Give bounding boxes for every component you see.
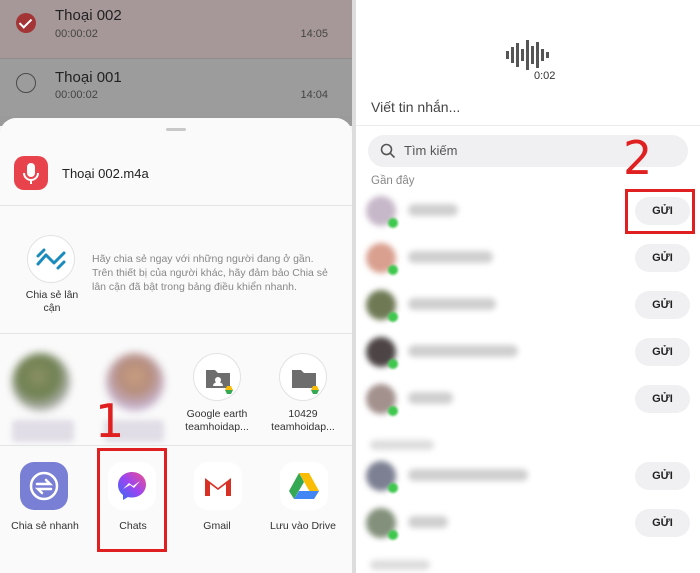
send-button[interactable]: GỬI [635,291,690,319]
audio-duration: 0:02 [534,70,556,82]
recording-time: 14:05 [300,28,328,40]
direct-target-label: Google earth teamhoidap... [185,408,249,433]
app-share-row: Chia sẻ nhanh Chats Gmail Lưu vào Drive [0,445,352,573]
online-indicator [388,312,398,322]
nearby-share-description: Hãy chia sẻ ngay với những người đang ở … [92,253,328,293]
app-label: Chia sẻ nhanh [11,520,79,532]
radio-icon[interactable] [16,73,36,93]
online-indicator [388,406,398,416]
online-indicator [388,483,398,493]
messenger-share-screen: 0:02 Viết tin nhắn... Tìm kiếm Gần đây G… [356,0,700,573]
recording-time: 14:04 [300,89,328,101]
contact-avatar[interactable] [12,353,70,411]
recording-duration: 00:00:02 [55,28,98,40]
recording-duration: 00:00:02 [55,89,98,101]
recipient-row: GỬI [356,378,700,424]
recording-list: Thoại 002 00:00:02 14:05 Thoại 001 00:00… [0,0,352,126]
direct-target-label: 10429 teamhoidap... [271,408,335,433]
microphone-icon [14,156,48,190]
recording-item[interactable]: Thoại 001 00:00:02 14:04 [0,58,352,116]
recording-item[interactable]: Thoại 002 00:00:02 14:05 [0,0,352,58]
recipient-name-blurred [408,204,458,216]
online-indicator [388,218,398,228]
share-screen: Thoại 002 00:00:02 14:05 Thoại 001 00:00… [0,0,352,573]
recipient-name-blurred [408,298,496,310]
step-1-number: 1 [95,394,125,448]
send-button[interactable]: GỬI [635,462,690,490]
recording-name: Thoại 001 [55,69,122,86]
search-placeholder: Tìm kiếm [404,143,458,158]
drive-folder-icon[interactable] [193,353,241,401]
online-indicator [388,359,398,369]
search-icon [380,143,396,164]
recipient-row: GỬI [356,237,700,283]
section-header-blurred [370,440,434,450]
send-button[interactable]: GỬI [635,244,690,272]
recipient-name-blurred [408,469,528,481]
section-header-blurred [370,560,430,570]
file-name: Thoại 002.m4a [62,166,149,181]
send-button[interactable]: GỬI [635,509,690,537]
app-label: Gmail [203,520,231,532]
gmail-icon[interactable] [194,462,242,510]
shared-file-row: Thoại 002.m4a [0,144,352,206]
recipient-row: GỬI [356,331,700,377]
recording-name: Thoại 002 [55,7,122,24]
contact-name-blurred [12,420,74,442]
recent-header: Gần đây [371,175,415,187]
drag-handle[interactable] [166,128,186,131]
recipient-name-blurred [408,251,493,263]
quick-share-icon[interactable] [20,462,68,510]
online-indicator [388,265,398,275]
drive-folder-icon[interactable] [279,353,327,401]
separator [356,125,700,126]
recipient-name-blurred [408,516,448,528]
nearby-share-label[interactable]: Chia sẻ lân cận [18,289,86,315]
recipient-row: GỬI [356,502,700,548]
nearby-share-icon[interactable] [27,235,75,283]
step-2-highlight [625,189,695,234]
recipient-name-blurred [408,392,453,404]
step-1-highlight [97,448,167,552]
online-indicator [388,530,398,540]
app-label: Lưu vào Drive [270,520,336,532]
direct-share-row: Google earth teamhoidap... 10429 teamhoi… [0,333,352,445]
check-icon[interactable] [16,13,36,33]
step-2-number: 2 [623,131,653,185]
drive-icon[interactable] [280,462,328,510]
recipient-row: GỬI [356,455,700,501]
message-input[interactable]: Viết tin nhắn... [371,99,460,115]
send-button[interactable]: GỬI [635,385,690,413]
recipient-name-blurred [408,345,518,357]
recipient-row: GỬI [356,284,700,330]
send-button[interactable]: GỬI [635,338,690,366]
